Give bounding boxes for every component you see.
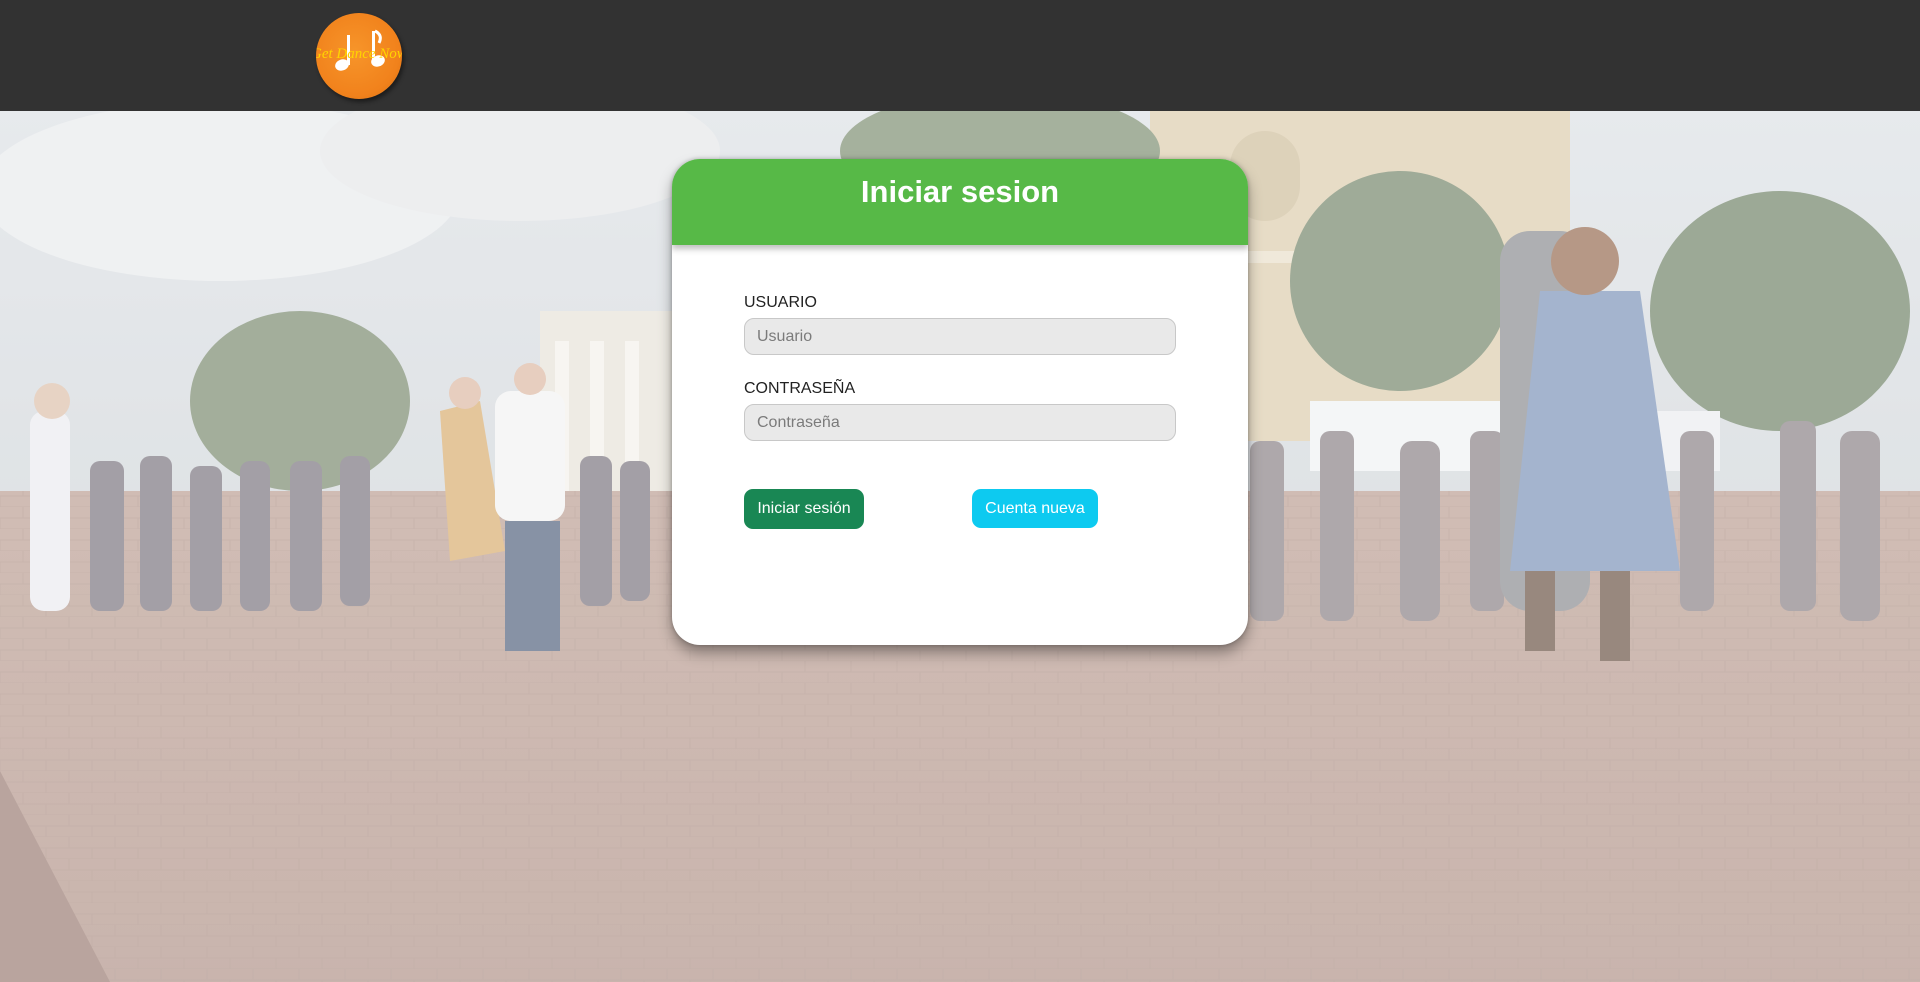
login-button[interactable]: Iniciar sesión	[744, 489, 864, 529]
login-card: Iniciar sesion USUARIO CONTRASEÑA Inicia…	[672, 159, 1248, 645]
new-account-button[interactable]: Cuenta nueva	[972, 489, 1098, 528]
login-title: Iniciar sesion	[860, 174, 1060, 209]
brand-logo[interactable]: Get Dance Now!	[316, 13, 402, 99]
login-card-header: Iniciar sesion	[672, 159, 1248, 245]
brand-logo-text: Get Dance Now!	[316, 46, 402, 62]
password-input[interactable]	[744, 404, 1176, 441]
top-navbar: Get Dance Now!	[0, 0, 1920, 111]
username-label: USUARIO	[744, 294, 817, 311]
password-label: CONTRASEÑA	[744, 380, 856, 397]
username-input[interactable]	[744, 318, 1176, 355]
